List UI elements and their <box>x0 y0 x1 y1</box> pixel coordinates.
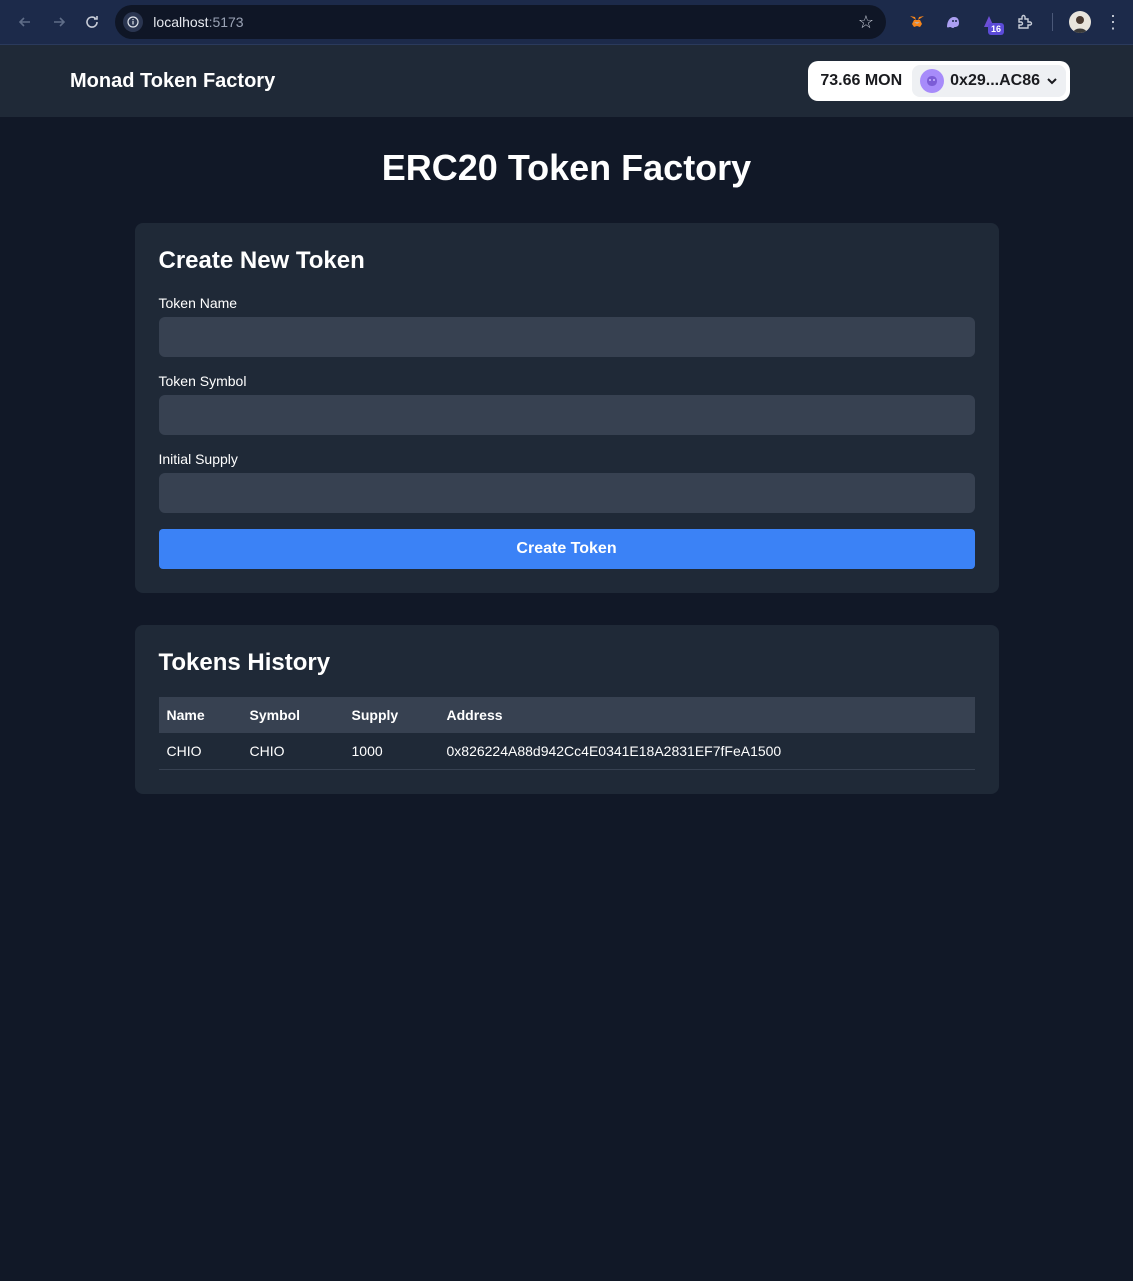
chevron-down-icon <box>1047 78 1057 85</box>
arrow-right-icon <box>53 17 65 27</box>
token-symbol-input[interactable] <box>158 395 975 435</box>
token-name-input[interactable] <box>158 317 975 357</box>
cell-address: 0x826224A88d942Cc4E0341E18A2831EF7fFeA15… <box>438 733 975 770</box>
create-token-card: Create New Token Token Name Token Symbol… <box>134 223 999 593</box>
browser-menu-icon[interactable]: ⋮ <box>1101 12 1125 33</box>
extensions-puzzle-icon[interactable] <box>1010 7 1040 37</box>
table-header-row: Name Symbol Supply Address <box>158 697 975 733</box>
url-host: localhost <box>153 14 209 30</box>
cell-supply: 1000 <box>343 733 439 770</box>
initial-supply-label: Initial Supply <box>158 451 238 467</box>
reload-button[interactable] <box>76 5 110 39</box>
forward-button[interactable] <box>42 5 76 39</box>
token-symbol-field: Token Symbol <box>158 373 975 435</box>
tokens-history-table: Name Symbol Supply Address CHIO CHIO 100… <box>158 697 975 770</box>
cell-symbol: CHIO <box>241 733 344 770</box>
page-title: ERC20 Token Factory <box>381 147 752 188</box>
column-header-supply: Supply <box>351 707 399 723</box>
account-address: 0x29...AC86 <box>950 72 1040 89</box>
table-row: CHIO CHIO 1000 0x826224A88d942Cc4E0341E1… <box>158 733 975 770</box>
account-avatar-icon <box>920 69 945 93</box>
wallet-connect-button[interactable]: 73.66 MON 0x29...AC86 <box>808 61 1070 101</box>
column-header-name: Name <box>166 707 205 723</box>
create-token-button[interactable]: Create Token <box>158 529 975 569</box>
back-button[interactable] <box>8 5 42 39</box>
initial-supply-input[interactable] <box>158 473 975 513</box>
extension-badge: 16 <box>988 23 1005 35</box>
ghost-extension-icon[interactable] <box>938 7 968 37</box>
column-header-address: Address <box>446 707 503 723</box>
bookmark-star-icon[interactable]: ☆ <box>858 12 874 33</box>
token-symbol-label: Token Symbol <box>158 373 247 389</box>
profile-avatar[interactable] <box>1065 7 1095 37</box>
address-bar[interactable]: localhost:5173 ☆ <box>115 5 887 39</box>
cell-name: CHIO <box>158 733 242 770</box>
account-button[interactable]: 0x29...AC86 <box>912 65 1066 97</box>
initial-supply-field: Initial Supply <box>158 451 975 513</box>
tokens-history-card: Tokens History Name Symbol Supply Addres… <box>134 625 999 794</box>
url-port: :5173 <box>208 14 244 30</box>
create-token-title: Create New Token <box>158 247 365 274</box>
app-header: Monad Token Factory 73.66 MON 0x29...AC8… <box>0 45 1133 117</box>
toolbar-divider <box>1052 13 1054 31</box>
tokens-history-title: Tokens History <box>158 649 331 676</box>
main-content: ERC20 Token Factory Create New Token Tok… <box>134 117 999 794</box>
wallet-balance: 73.66 MON <box>820 72 903 89</box>
url-text: localhost:5173 <box>153 14 243 30</box>
metamask-extension-icon[interactable] <box>902 7 932 37</box>
browser-toolbar: localhost:5173 ☆ 16 ⋮ <box>0 0 1133 45</box>
column-header-symbol: Symbol <box>249 707 301 723</box>
token-name-field: Token Name <box>158 295 975 357</box>
token-name-label: Token Name <box>158 295 238 311</box>
site-info-icon[interactable] <box>123 12 144 32</box>
brand-title: Monad Token Factory <box>70 69 276 92</box>
arrow-left-icon <box>18 17 30 27</box>
reload-icon <box>86 16 99 28</box>
wizard-extension-icon[interactable]: 16 <box>974 7 1005 37</box>
